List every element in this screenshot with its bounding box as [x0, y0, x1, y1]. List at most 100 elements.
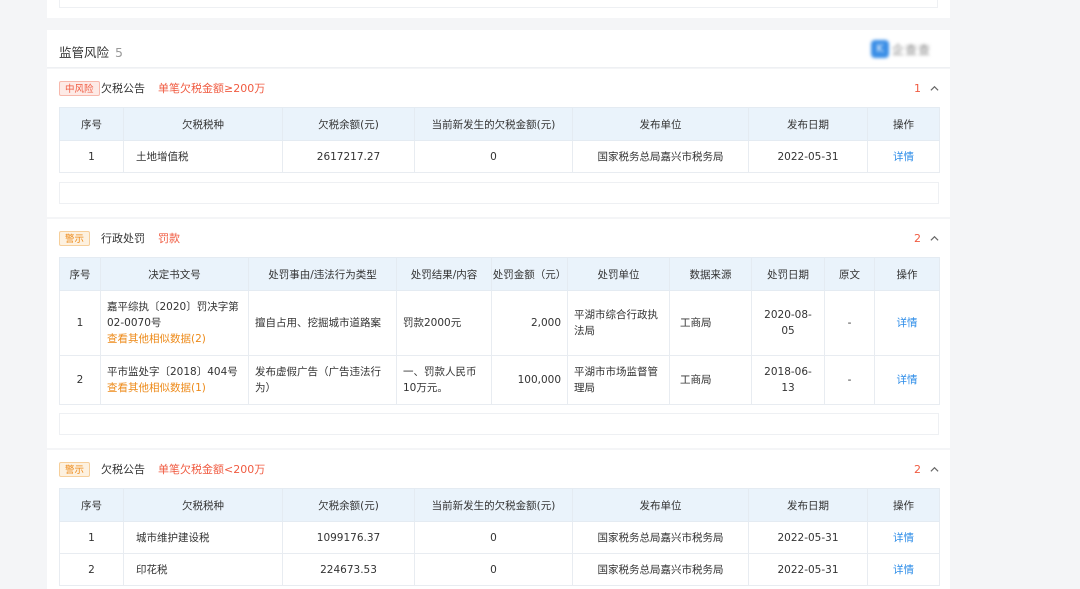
section-count: 5 [115, 45, 123, 60]
cell-doc-no: 平市监处字〔2018〕404号 [107, 366, 238, 378]
cell-tax-type: 城市维护建设税 [123, 521, 283, 554]
cell-unit: 平湖市市场监督管理局 [567, 355, 670, 405]
card-count: 2 [914, 463, 921, 476]
cell-date: 2018-06-13 [751, 355, 825, 405]
detail-link[interactable]: 详情 [897, 317, 918, 329]
section-header: 监管风险 5 K 企查查 [47, 30, 950, 68]
col-header: 欠税余额(元) [282, 488, 415, 522]
detail-link[interactable]: 详情 [893, 564, 914, 576]
card-title: 欠税公告 [101, 463, 145, 476]
cell-balance: 2617217.27 [282, 140, 415, 173]
chevron-up-icon[interactable] [930, 465, 939, 474]
col-header: 原文 [824, 257, 875, 291]
table-row: 1 土地增值税 2617217.27 0 国家税务总局嘉兴市税务局 2022-0… [59, 140, 940, 173]
card-title: 行政处罚 [101, 232, 145, 245]
cell-doc-no: 嘉平综执〔2020〕罚决字第02-0070号 [107, 301, 239, 329]
table-row: 2 平市监处字〔2018〕404号查看其他相似数据(1) 发布虚假广告（广告违法… [59, 355, 940, 405]
cell-result: 罚款2000元 [396, 290, 492, 356]
cell-original: - [824, 290, 875, 356]
cell-new-amount: 0 [414, 521, 573, 554]
col-header: 欠税税种 [123, 488, 283, 522]
cell-new-amount: 0 [414, 140, 573, 173]
table-row: 2 印花税 224673.53 0 国家税务总局嘉兴市税务局 2022-05-3… [59, 553, 940, 586]
risk-badge: 警示 [59, 462, 91, 477]
col-header: 操作 [867, 488, 940, 522]
cell-new-amount: 0 [414, 553, 573, 586]
col-header: 发布单位 [572, 107, 749, 141]
card-header[interactable]: 警示 行政处罚 罚款 2 [47, 219, 950, 257]
card-header[interactable]: 警示 欠税公告 单笔欠税金额<200万 2 [47, 450, 950, 488]
col-header: 数据来源 [669, 257, 752, 291]
cell-date: 2022-05-31 [748, 553, 868, 586]
col-header: 发布日期 [748, 107, 868, 141]
table-row: 1 嘉平综执〔2020〕罚决字第02-0070号查看其他相似数据(2) 擅自占用… [59, 290, 940, 356]
cell-unit: 平湖市综合行政执法局 [567, 290, 670, 356]
card-tax-arrears-minor: 警示 欠税公告 单笔欠税金额<200万 2 序号 欠税税种 欠税余额(元) 当前… [47, 450, 950, 589]
cell-publisher: 国家税务总局嘉兴市税务局 [572, 521, 749, 554]
cell-source: 工商局 [669, 355, 752, 405]
cell-no: 1 [59, 521, 124, 554]
card-footer [59, 182, 939, 204]
cell-reason: 擅自占用、挖掘城市道路案 [248, 290, 397, 356]
col-header: 处罚日期 [751, 257, 825, 291]
cell-no: 1 [59, 290, 101, 356]
previous-section-bottom [47, 0, 950, 18]
card-subtitle: 单笔欠税金额<200万 [158, 463, 266, 476]
col-header: 序号 [59, 107, 124, 141]
cell-date: 2020-08-05 [751, 290, 825, 356]
col-header: 处罚金额（元） [491, 257, 568, 291]
col-header: 发布单位 [572, 488, 749, 522]
col-header: 欠税税种 [123, 107, 283, 141]
tax-table: 序号 欠税税种 欠税余额(元) 当前新发生的欠税金额(元) 发布单位 发布日期 … [59, 107, 940, 173]
similar-data-link[interactable]: 查看其他相似数据(2) [107, 331, 242, 347]
col-header: 当前新发生的欠税金额(元) [414, 488, 573, 522]
risk-badge: 中风险 [59, 81, 100, 96]
cell-no: 1 [59, 140, 124, 173]
col-header: 欠税余额(元) [282, 107, 415, 141]
cell-no: 2 [59, 553, 124, 586]
cell-balance: 224673.53 [282, 553, 415, 586]
card-tax-arrears-major: 中风险 欠税公告 单笔欠税金额≥200万 1 序号 欠税税种 欠税余额(元) 当… [47, 69, 950, 217]
card-admin-penalty: 警示 行政处罚 罚款 2 序号 决定书文号 处罚事由/违法行为类型 处罚结果/内… [47, 219, 950, 448]
cell-publisher: 国家税务总局嘉兴市税务局 [572, 140, 749, 173]
col-header: 序号 [59, 257, 101, 291]
cell-source: 工商局 [669, 290, 752, 356]
cell-date: 2022-05-31 [748, 521, 868, 554]
cell-date: 2022-05-31 [748, 140, 868, 173]
col-header: 当前新发生的欠税金额(元) [414, 107, 573, 141]
cell-no: 2 [59, 355, 101, 405]
cell-result: 一、罚款人民币10万元。 [396, 355, 492, 405]
col-header: 序号 [59, 488, 124, 522]
detail-link[interactable]: 详情 [897, 374, 918, 386]
card-header[interactable]: 中风险 欠税公告 单笔欠税金额≥200万 1 [47, 69, 950, 107]
brand-logo-text: 企查查 [892, 42, 932, 57]
card-footer [59, 413, 939, 435]
cell-publisher: 国家税务总局嘉兴市税务局 [572, 553, 749, 586]
cell-tax-type: 土地增值税 [123, 140, 283, 173]
card-count: 1 [914, 82, 921, 95]
section-title-text: 监管风险 [59, 45, 110, 60]
chevron-up-icon[interactable] [930, 234, 939, 243]
risk-badge: 警示 [59, 231, 91, 246]
card-title: 欠税公告 [101, 82, 145, 95]
col-header: 决定书文号 [100, 257, 249, 291]
tax-table: 序号 欠税税种 欠税余额(元) 当前新发生的欠税金额(元) 发布单位 发布日期 … [59, 488, 940, 586]
cell-amount: 100,000 [491, 355, 568, 405]
detail-link[interactable]: 详情 [893, 532, 914, 544]
cell-balance: 1099176.37 [282, 521, 415, 554]
chevron-up-icon[interactable] [930, 84, 939, 93]
table-row: 1 城市维护建设税 1099176.37 0 国家税务总局嘉兴市税务局 2022… [59, 521, 940, 554]
cell-amount: 2,000 [491, 290, 568, 356]
cell-reason: 发布虚假广告（广告违法行为） [248, 355, 397, 405]
card-subtitle: 单笔欠税金额≥200万 [158, 82, 266, 95]
col-header: 处罚结果/内容 [396, 257, 492, 291]
col-header: 处罚事由/违法行为类型 [248, 257, 397, 291]
penalty-table: 序号 决定书文号 处罚事由/违法行为类型 处罚结果/内容 处罚金额（元） 处罚单… [59, 257, 940, 405]
detail-link[interactable]: 详情 [893, 151, 914, 163]
col-header: 操作 [867, 107, 940, 141]
cell-tax-type: 印花税 [123, 553, 283, 586]
card-subtitle: 罚款 [158, 232, 180, 245]
similar-data-link[interactable]: 查看其他相似数据(1) [107, 380, 242, 396]
col-header: 操作 [874, 257, 940, 291]
col-header: 发布日期 [748, 488, 868, 522]
